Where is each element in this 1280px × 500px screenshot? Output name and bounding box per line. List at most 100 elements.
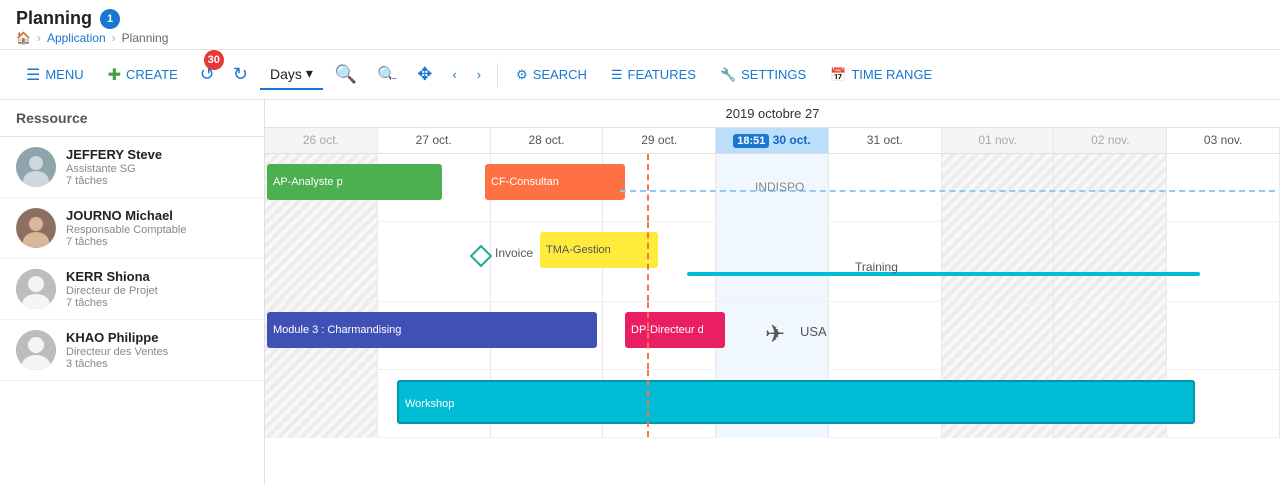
breadcrumb: 🏠 › Application › Planning: [16, 31, 1264, 45]
resource-name: JEFFERY Steve: [66, 147, 248, 162]
redo-icon: ↻: [233, 64, 248, 85]
zoom-out-icon: 🔍−: [377, 65, 397, 85]
invoice-label: Invoice: [495, 246, 533, 260]
resource-info: JOURNO Michael Responsable Comptable 7 t…: [66, 208, 248, 248]
gantt-day-30oct: 18:51 30 oct.: [716, 128, 829, 153]
breadcrumb-planning: Planning: [122, 31, 169, 45]
settings-button[interactable]: 🔧 SETTINGS: [710, 61, 816, 89]
search-label: SEARCH: [533, 67, 587, 82]
gantt-day-27oct: 27 oct.: [378, 128, 491, 153]
days-label: Days: [270, 66, 302, 82]
dropdown-icon: ▾: [306, 65, 313, 82]
gantt-day-29oct: 29 oct.: [603, 128, 716, 153]
prev-icon: ‹: [452, 67, 456, 82]
toolbar: ☰ MENU ✚ CREATE 30 ↺ ↻ Days ▾ 🔍 🔍− ✥ ‹ ›…: [0, 50, 1280, 100]
menu-button[interactable]: ☰ MENU: [16, 59, 94, 91]
settings-icon: 🔧: [720, 67, 736, 83]
sidebar-header: Ressource: [0, 100, 264, 137]
event-workshop[interactable]: Workshop: [397, 380, 1195, 424]
home-icon[interactable]: 🏠: [16, 31, 31, 45]
create-label: CREATE: [126, 67, 178, 82]
resource-tasks: 7 tâches: [66, 175, 248, 187]
gantt-days-row: 26 oct. 27 oct. 28 oct. 29 oct. 18:51 30…: [265, 128, 1280, 154]
avatar: [16, 330, 56, 370]
resource-item[interactable]: KHAO Philippe Directeur des Ventes 3 tâc…: [0, 320, 264, 381]
resource-info: KHAO Philippe Directeur des Ventes 3 tâc…: [66, 330, 248, 370]
avatar: [16, 208, 56, 248]
create-button[interactable]: ✚ CREATE: [98, 59, 188, 91]
app-title: Planning 1: [16, 8, 1264, 29]
main-layout: Ressource JEFFERY Steve Assistante SG 7 …: [0, 100, 1280, 485]
notification-badge: 1: [100, 9, 120, 29]
avatar: [16, 269, 56, 309]
prev-button[interactable]: ‹: [444, 61, 464, 88]
gantt-day-26oct: 26 oct.: [265, 128, 378, 153]
undo-group: 30 ↺ ↻: [192, 58, 256, 91]
features-label: FEATURES: [628, 67, 696, 82]
gantt-cell: [942, 222, 1055, 301]
next-button[interactable]: ›: [469, 61, 489, 88]
features-icon: ☰: [611, 67, 623, 83]
breadcrumb-application[interactable]: Application: [47, 31, 106, 45]
resource-role: Responsable Comptable: [66, 224, 248, 236]
resource-tasks: 7 tâches: [66, 297, 248, 309]
app-header: Planning 1 🏠 › Application › Planning: [0, 0, 1280, 50]
gantt-cell: [1167, 302, 1280, 370]
resource-info: JEFFERY Steve Assistante SG 7 tâches: [66, 147, 248, 187]
event-module3[interactable]: Module 3 : Charmandising: [267, 312, 597, 348]
resource-tasks: 7 tâches: [66, 236, 248, 248]
event-cf-consultant[interactable]: CF-Consultan: [485, 164, 625, 200]
zoom-out-button[interactable]: 🔍−: [369, 59, 405, 91]
gantt-row-3: Module 3 : Charmandising DP-Directeur d …: [265, 302, 1280, 370]
time-range-label: TIME RANGE: [851, 67, 932, 82]
gantt-cell: [1054, 222, 1167, 301]
today-line-2: [647, 222, 649, 301]
gantt-day-02nov: 02 nov.: [1054, 128, 1167, 153]
sidebar: Ressource JEFFERY Steve Assistante SG 7 …: [0, 100, 265, 485]
redo-button[interactable]: ↻: [225, 58, 256, 91]
move-icon: ✥: [417, 64, 432, 85]
resource-tasks: 3 tâches: [66, 358, 248, 370]
menu-icon: ☰: [26, 65, 40, 85]
move-button[interactable]: ✥: [409, 58, 440, 91]
today-line-3: [647, 302, 649, 369]
menu-label: MENU: [45, 67, 83, 82]
gantt-header-date: 2019 octobre 27: [265, 100, 1280, 128]
search-button[interactable]: ⚙ SEARCH: [506, 61, 597, 89]
search-icon: ⚙: [516, 67, 528, 83]
gantt-cell: [716, 222, 829, 301]
airplane-icon: ✈: [765, 320, 785, 349]
resource-role: Directeur des Ventes: [66, 346, 248, 358]
days-selector[interactable]: Days ▾: [260, 59, 323, 90]
event-ap-analyste[interactable]: AP-Analyste p: [267, 164, 442, 200]
time-indicator: 18:51: [733, 134, 769, 148]
today-line-4: [647, 370, 649, 437]
today-line: [647, 154, 649, 221]
gantt-cell: [829, 154, 942, 222]
indispo-label: INDISPO: [755, 180, 804, 194]
indispo-bar: [620, 190, 1275, 192]
event-dp-directeur[interactable]: DP-Directeur d: [625, 312, 725, 348]
resource-item[interactable]: JEFFERY Steve Assistante SG 7 tâches: [0, 137, 264, 198]
gantt-cell: [1054, 154, 1167, 222]
gantt-cell: [1167, 222, 1280, 301]
zoom-in-icon: 🔍: [335, 64, 357, 85]
divider: [497, 63, 498, 87]
resource-name: JOURNO Michael: [66, 208, 248, 223]
time-range-button[interactable]: 📅 TIME RANGE: [820, 61, 942, 89]
gantt-day-03nov: 03 nov.: [1167, 128, 1280, 153]
resource-item[interactable]: KERR Shiona Directeur de Projet 7 tâches: [0, 259, 264, 320]
gantt-cell: [1167, 154, 1280, 222]
gantt-cell: [942, 302, 1055, 370]
title-text: Planning: [16, 8, 92, 29]
gantt-cell: [829, 302, 942, 370]
resource-info: KERR Shiona Directeur de Projet 7 tâches: [66, 269, 248, 309]
resource-name: KERR Shiona: [66, 269, 248, 284]
gantt-cell: [378, 222, 491, 301]
event-tma-gestion[interactable]: TMA-Gestion: [540, 232, 658, 268]
undo-badge: 30: [204, 50, 224, 70]
features-button[interactable]: ☰ FEATURES: [601, 61, 706, 89]
zoom-in-button[interactable]: 🔍: [327, 58, 365, 91]
resource-name: KHAO Philippe: [66, 330, 248, 345]
resource-item[interactable]: JOURNO Michael Responsable Comptable 7 t…: [0, 198, 264, 259]
